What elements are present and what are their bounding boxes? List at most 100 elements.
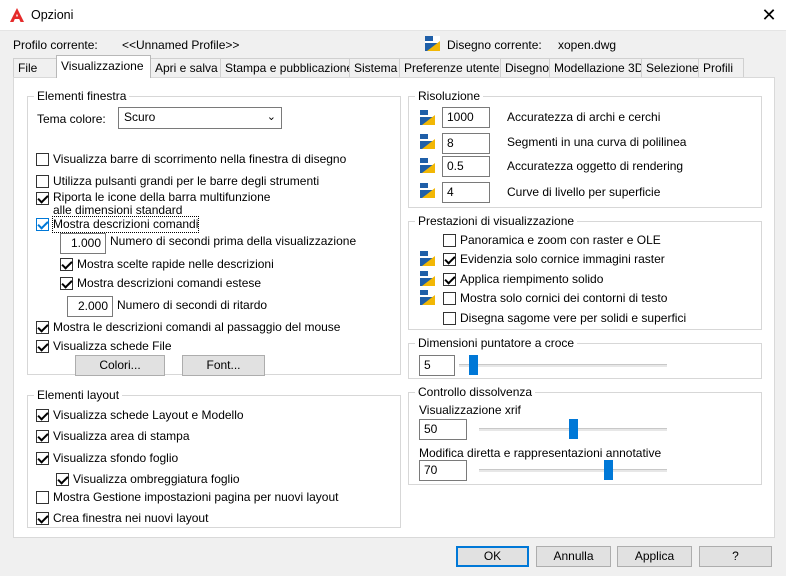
ribbon-icons-checkbox[interactable]: Riporta le icone della barra multifunzio…	[36, 191, 283, 217]
delay-seconds-input[interactable]: 2.000	[67, 296, 113, 317]
delay-seconds-label: Numero di secondi di ritardo	[117, 298, 268, 312]
fonts-button[interactable]: Font...	[182, 355, 265, 376]
checkbox-label: Mostra solo cornici dei contorni di test…	[460, 291, 668, 305]
checkbox-box[interactable]	[56, 473, 69, 486]
silhouettes-checkbox[interactable]: Disegna sagome vere per solidi e superfi…	[443, 311, 686, 326]
pan-zoom-raster-checkbox[interactable]: Panoramica e zoom con raster e OLE	[443, 233, 661, 248]
inplace-fade-slider-track[interactable]	[479, 469, 667, 472]
file-tabs-checkbox[interactable]: Visualizza schede File	[36, 339, 172, 354]
inplace-fade-input[interactable]: 70	[419, 460, 467, 481]
checkbox-label: Visualizza schede Layout e Modello	[53, 408, 244, 422]
tab-file[interactable]: File	[13, 58, 57, 77]
tab-preferenze-utente[interactable]: Preferenze utente	[399, 58, 501, 77]
checkbox-box[interactable]	[443, 312, 456, 325]
text-frame-checkbox[interactable]: Mostra solo cornici dei contorni di test…	[443, 291, 667, 306]
window-elements-title: Elementi finestra	[34, 89, 130, 103]
tab-visualizzazione[interactable]: Visualizzazione	[56, 55, 151, 78]
checkbox-box[interactable]	[60, 258, 73, 271]
close-icon[interactable]: ✕	[752, 0, 786, 31]
checkbox-box[interactable]	[36, 512, 49, 525]
highlight-raster-frame-checkbox[interactable]: Evidenzia solo cornice immagini raster	[443, 252, 665, 267]
apply-button[interactable]: Applica	[617, 546, 692, 567]
checkbox-label: Visualizza schede File	[53, 339, 172, 353]
cancel-button[interactable]: Annulla	[536, 546, 611, 567]
rendering-smoothness-label: Accuratezza oggetto di rendering	[507, 159, 684, 173]
checkbox-box[interactable]	[443, 292, 456, 305]
rollover-tips-checkbox[interactable]: Mostra le descrizioni comandi al passagg…	[36, 320, 340, 335]
checkbox-label: Mostra scelte rapide nelle descrizioni	[77, 257, 274, 271]
theme-value: Scuro	[124, 110, 156, 124]
resolution-title: Risoluzione	[415, 89, 484, 103]
layout-tabs-checkbox[interactable]: Visualizza schede Layout e Modello	[36, 408, 244, 423]
contour-lines-input[interactable]: 4	[442, 182, 490, 203]
checkbox-box[interactable]	[60, 277, 73, 290]
inplace-fade-slider-thumb[interactable]	[604, 460, 614, 480]
checkbox-box[interactable]	[36, 491, 49, 504]
checkbox-label: Visualizza sfondo foglio	[53, 451, 179, 465]
crosshair-slider-thumb[interactable]	[468, 355, 478, 375]
checkbox-box[interactable]	[36, 153, 49, 166]
checkbox-label: Mostra le descrizioni comandi al passagg…	[53, 320, 341, 334]
checkbox-box[interactable]	[36, 175, 49, 188]
checkbox-box[interactable]	[36, 218, 49, 231]
checkbox-label: Mostra descrizioni comandi estese	[77, 276, 262, 290]
theme-select[interactable]: Scuro ⌄	[118, 107, 282, 129]
checkbox-box[interactable]	[36, 409, 49, 422]
title-bar: Opzioni ✕	[0, 0, 786, 31]
paper-background-checkbox[interactable]: Visualizza sfondo foglio	[36, 451, 178, 466]
crosshair-size-input[interactable]: 5	[419, 355, 455, 376]
polyline-segments-input[interactable]: 8	[442, 133, 490, 154]
checkbox-label: Utilizza pulsanti grandi per le barre de…	[53, 174, 320, 188]
shortcut-tips-checkbox[interactable]: Mostra scelte rapide nelle descrizioni	[60, 257, 274, 272]
viewport-checkbox[interactable]: Crea finestra nei nuovi layout	[36, 511, 208, 526]
extended-tips-checkbox[interactable]: Mostra descrizioni comandi estese	[60, 276, 261, 291]
paper-shadow-checkbox[interactable]: Visualizza ombreggiatura foglio	[56, 472, 240, 487]
scrollbars-checkbox[interactable]: Visualizza barre di scorrimento nella fi…	[36, 152, 346, 167]
solid-fill-checkbox[interactable]: Applica riempimento solido	[443, 272, 603, 287]
checkbox-box[interactable]	[443, 273, 456, 286]
drawing-saved-icon	[420, 158, 435, 173]
large-buttons-checkbox[interactable]: Utilizza pulsanti grandi per le barre de…	[36, 174, 319, 189]
help-button[interactable]: ?	[699, 546, 772, 567]
fade-control-title: Controllo dissolvenza	[415, 385, 536, 399]
checkbox-box[interactable]	[443, 253, 456, 266]
checkbox-label: Visualizza ombreggiatura foglio	[73, 472, 240, 486]
colors-button[interactable]: Colori...	[75, 355, 165, 376]
drawing-saved-icon	[420, 251, 435, 266]
checkbox-label: Riporta le icone della barra multifunzio…	[53, 190, 271, 217]
tooltips-checkbox[interactable]: Mostra descrizioni comandi	[36, 216, 200, 233]
xref-fade-input[interactable]: 50	[419, 419, 467, 440]
checkbox-label: Applica riempimento solido	[460, 272, 604, 286]
chevron-down-icon: ⌄	[266, 111, 276, 123]
tab-profili[interactable]: Profili	[698, 58, 744, 77]
tab-apri-e-salva[interactable]: Apri e salva	[150, 58, 221, 77]
current-profile-value: <<Unnamed Profile>>	[122, 38, 240, 52]
tab-stampa-e-pubblicazione[interactable]: Stampa e pubblicazione	[220, 58, 353, 77]
checkbox-box[interactable]	[36, 430, 49, 443]
checkbox-label: Mostra Gestione impostazioni pagina per …	[53, 490, 339, 504]
xref-fade-slider-thumb[interactable]	[568, 419, 578, 439]
checkbox-box[interactable]	[36, 340, 49, 353]
theme-label: Tema colore:	[37, 112, 106, 126]
arc-smoothness-input[interactable]: 1000	[442, 107, 490, 128]
checkbox-box[interactable]	[443, 234, 456, 247]
checkbox-box[interactable]	[36, 321, 49, 334]
ok-button[interactable]: OK	[456, 546, 529, 567]
drawing-icon	[425, 36, 440, 51]
page-setup-checkbox[interactable]: Mostra Gestione impostazioni pagina per …	[36, 490, 339, 505]
tab-sistema[interactable]: Sistema	[349, 58, 400, 77]
tab-disegno[interactable]: Disegno	[500, 58, 550, 77]
polyline-segments-label: Segmenti in una curva di polilinea	[507, 135, 687, 149]
current-drawing-value: xopen.dwg	[558, 38, 617, 52]
checkbox-box[interactable]	[36, 452, 49, 465]
tooltip-seconds-label: Numero di secondi prima della visualizza…	[110, 234, 357, 248]
tab-selezione[interactable]: Selezione	[641, 58, 699, 77]
window-title: Opzioni	[31, 8, 74, 22]
crosshair-slider-track[interactable]	[459, 364, 667, 367]
checkbox-box[interactable]	[36, 192, 49, 205]
tab-modellazione-3d[interactable]: Modellazione 3D	[549, 58, 643, 77]
tooltip-seconds-input[interactable]: 1.000	[60, 233, 106, 254]
checkbox-label: Panoramica e zoom con raster e OLE	[460, 233, 661, 247]
rendering-smoothness-input[interactable]: 0.5	[442, 156, 490, 177]
print-area-checkbox[interactable]: Visualizza area di stampa	[36, 429, 190, 444]
